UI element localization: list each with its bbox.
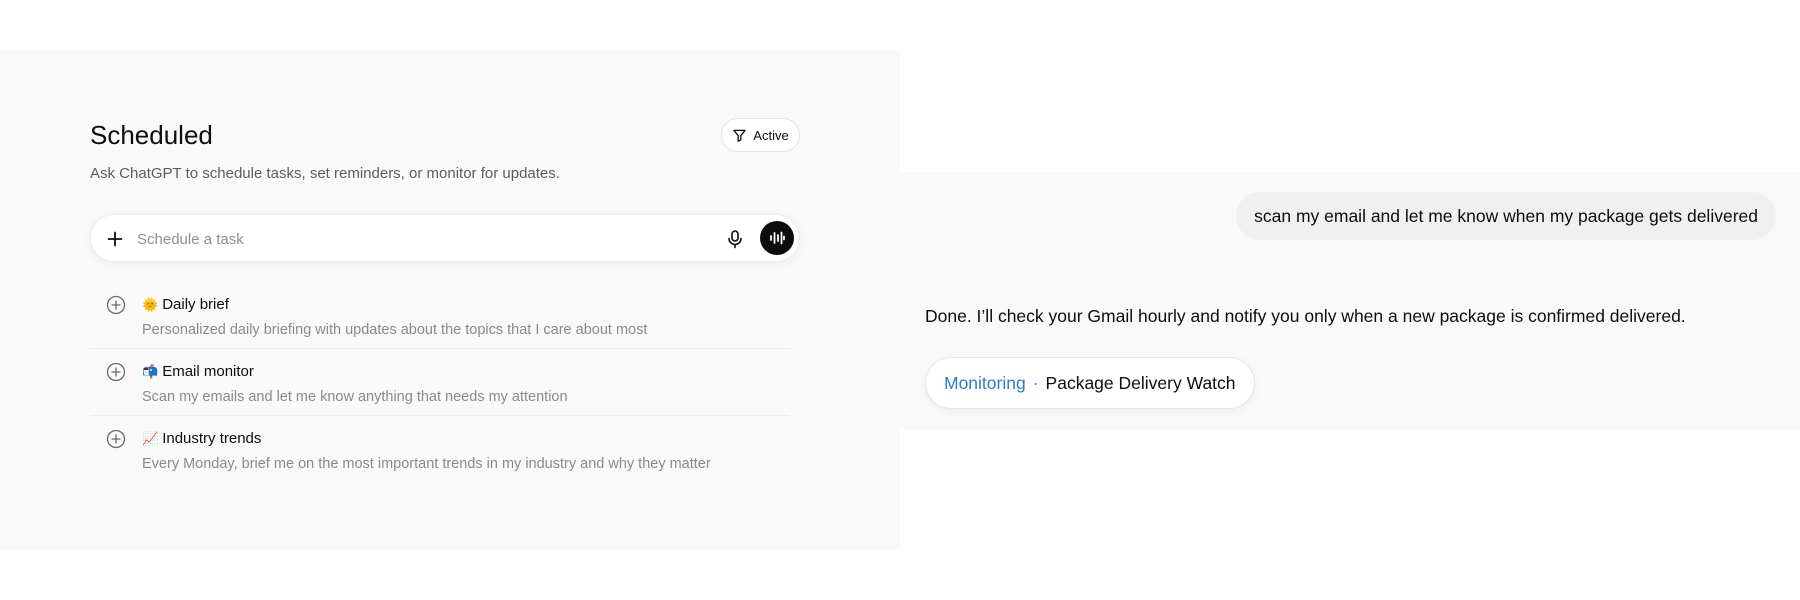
assistant-message: Done. I’ll check your Gmail hourly and n…	[925, 306, 1686, 326]
mailbox-icon: 📬	[142, 365, 159, 380]
page-title: Scheduled	[90, 120, 213, 150]
schedule-composer	[90, 214, 800, 262]
filter-icon	[733, 129, 747, 142]
list-item[interactable]: 📈 Industry trends Every Monday, brief me …	[90, 416, 790, 483]
task-title: 🌞 Daily brief	[142, 296, 229, 313]
scheduled-panel: Scheduled Active Ask ChatGPT to schedule…	[0, 50, 900, 550]
page-subtitle: Ask ChatGPT to schedule tasks, set remin…	[90, 165, 560, 182]
voice-mode-button[interactable]	[760, 221, 794, 255]
list-item[interactable]: 🌞 Daily brief Personalized daily briefing…	[90, 282, 790, 349]
sun-icon: 🌞	[142, 298, 159, 313]
suggested-tasks-list: 🌞 Daily brief Personalized daily briefing…	[90, 282, 790, 483]
voice-mode-icon	[770, 231, 785, 245]
task-title: 📈 Industry trends	[142, 430, 261, 447]
task-description: Personalized daily briefing with updates…	[142, 322, 648, 338]
list-item[interactable]: 📬 Email monitor Scan my emails and let me…	[90, 349, 790, 416]
filter-active-button[interactable]: Active	[721, 118, 800, 152]
task-description: Scan my emails and let me know anything …	[142, 389, 568, 405]
add-circle-icon[interactable]	[106, 295, 126, 315]
filter-label: Active	[753, 127, 789, 143]
task-title-text: Industry trends	[162, 430, 262, 447]
add-circle-icon[interactable]	[106, 429, 126, 449]
chip-separator: ·	[1032, 372, 1039, 393]
task-title-text: Email monitor	[162, 363, 254, 380]
microphone-icon[interactable]	[724, 228, 746, 250]
task-title-text: Daily brief	[162, 296, 229, 313]
schedule-task-input[interactable]	[137, 227, 657, 251]
chat-panel: scan my email and let me know when my pa…	[900, 172, 1800, 430]
chip-status: Monitoring	[944, 372, 1026, 393]
task-title: 📬 Email monitor	[142, 363, 254, 380]
task-description: Every Monday, brief me on the most impor…	[142, 456, 711, 472]
plus-icon[interactable]	[105, 229, 125, 249]
monitoring-task-chip[interactable]: Monitoring · Package Delivery Watch	[925, 357, 1255, 409]
add-circle-icon[interactable]	[106, 362, 126, 382]
chart-increasing-icon: 📈	[142, 432, 159, 447]
chip-task-name: Package Delivery Watch	[1045, 372, 1236, 393]
user-message: scan my email and let me know when my pa…	[1236, 192, 1776, 240]
